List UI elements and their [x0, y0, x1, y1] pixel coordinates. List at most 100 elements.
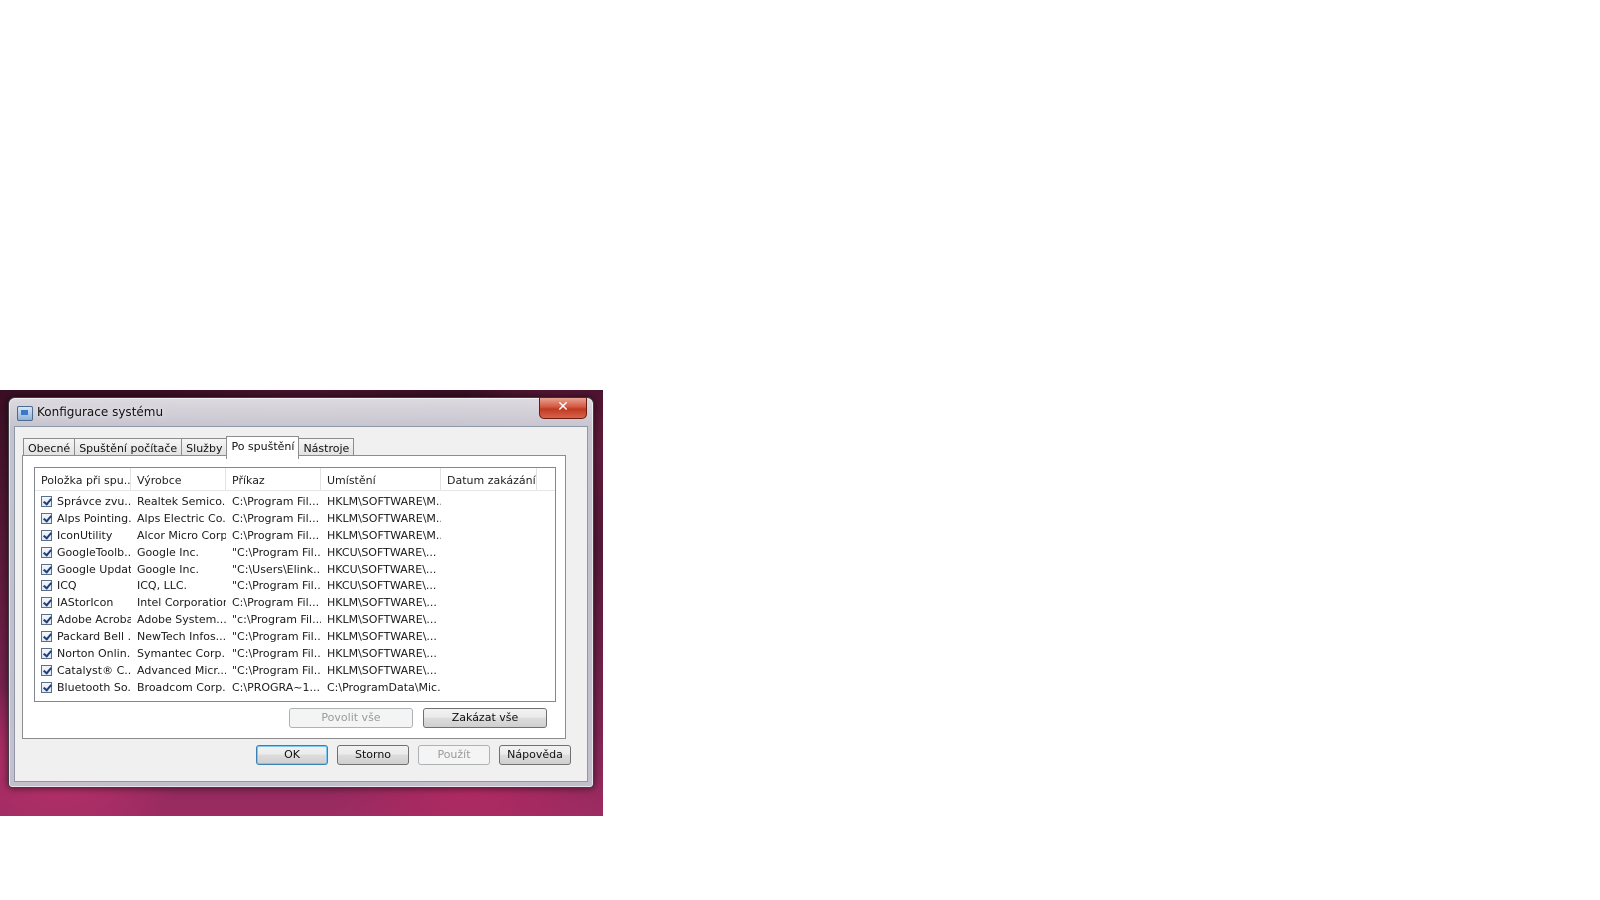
startup-item-checkbox[interactable]	[41, 529, 52, 541]
list-item[interactable]: Bluetooth So... Broadcom Corp... C:\PROGRA…	[35, 679, 555, 696]
cell-command: C:\Program Fil...	[232, 494, 320, 508]
cell-command: "c:\Program Fil...	[232, 613, 321, 627]
list-item[interactable]: Norton Onlin... Symantec Corp... "C:\Progr…	[35, 645, 555, 662]
cell-vendor: Adobe System...	[137, 613, 226, 627]
cell-location: HKCU\SOFTWARE\...	[327, 579, 437, 593]
disable-all-button[interactable]: Zakázat vše	[423, 708, 547, 728]
cell-command: C:\Program Fil...	[232, 511, 320, 525]
cell-vendor: Advanced Micr...	[137, 663, 226, 677]
cell-item: Bluetooth So...	[35, 681, 131, 694]
startup-items-list[interactable]: Položka při spu... Výrobce Příkaz Umístě…	[34, 467, 556, 702]
startup-item-checkbox[interactable]	[41, 495, 52, 507]
cell-item: Google Update	[35, 563, 131, 576]
system-configuration-window: Konfigurace systému ✕ Obecné Spuštění po…	[8, 397, 594, 788]
cell-item: Alps Pointing...	[35, 512, 131, 525]
cell-location: HKLM\SOFTWARE\...	[327, 630, 437, 644]
cell-vendor: Google Inc.	[137, 562, 200, 576]
startup-item-name: Adobe Acrobat	[57, 613, 131, 627]
startup-item-name: ICQ	[57, 579, 77, 593]
cell-vendor: ICQ, LLC.	[137, 579, 188, 593]
cell-location: HKLM\SOFTWARE\...	[327, 613, 437, 627]
startup-item-name: IconUtility	[57, 528, 113, 542]
column-header-vendor[interactable]: Výrobce	[131, 468, 226, 490]
startup-item-name: Bluetooth So...	[57, 680, 131, 694]
list-item[interactable]: GoogleToolb... Google Inc. "C:\Program Fil…	[35, 544, 555, 561]
list-item[interactable]: Catalyst® C... Advanced Micr... "C:\Progra…	[35, 662, 555, 679]
startup-tab-panel: Položka při spu... Výrobce Příkaz Umístě…	[22, 455, 566, 739]
startup-item-checkbox[interactable]	[41, 597, 52, 609]
cell-item: ICQ	[35, 579, 131, 592]
cell-vendor: Alps Electric Co...	[137, 511, 226, 525]
cell-command: C:\PROGRA~1...	[232, 680, 320, 694]
cell-item: Adobe Acrobat	[35, 613, 131, 626]
cancel-button[interactable]: Storno	[337, 745, 409, 765]
cell-command: "C:\Program Fil...	[232, 646, 321, 660]
startup-item-checkbox[interactable]	[41, 512, 52, 524]
list-item[interactable]: IconUtility Alcor Micro Corp. C:\Program F…	[35, 527, 555, 544]
startup-item-checkbox[interactable]	[41, 647, 52, 659]
cell-location: HKLM\SOFTWARE\...	[327, 663, 437, 677]
startup-item-name: Alps Pointing...	[57, 511, 131, 525]
msconfig-icon	[17, 406, 33, 421]
cell-item: Norton Onlin...	[35, 647, 131, 660]
cell-item: IAStorIcon	[35, 596, 131, 609]
list-item[interactable]: IAStorIcon Intel Corporation C:\Program Fi…	[35, 594, 555, 611]
cell-command: "C:\Program Fil...	[232, 545, 321, 559]
startup-item-checkbox[interactable]	[41, 546, 52, 558]
startup-item-checkbox[interactable]	[41, 681, 52, 693]
startup-item-name: Norton Onlin...	[57, 646, 131, 660]
startup-item-checkbox[interactable]	[41, 664, 52, 676]
list-item[interactable]: Alps Pointing... Alps Electric Co... C:\Pr…	[35, 510, 555, 527]
cell-command: "C:\Program Fil...	[232, 663, 321, 677]
cell-vendor: Symantec Corp...	[137, 646, 226, 660]
help-button[interactable]: Nápověda	[499, 745, 571, 765]
title-bar[interactable]: Konfigurace systému ✕	[9, 397, 593, 426]
startup-item-checkbox[interactable]	[41, 563, 52, 575]
cell-command: "C:\Users\Elink...	[232, 562, 321, 576]
cell-location: HKLM\SOFTWARE\...	[327, 646, 437, 660]
startup-item-name: Packard Bell ...	[57, 630, 131, 644]
startup-item-name: Catalyst® C...	[57, 663, 131, 677]
cell-location: HKLM\SOFTWARE\M...	[327, 494, 441, 508]
list-rows: Správce zvu... Realtek Semico... C:\Progra…	[35, 493, 555, 696]
tab-startup[interactable]: Po spuštění	[226, 436, 300, 459]
cell-item: Správce zvu...	[35, 495, 131, 508]
cell-vendor: Intel Corporation	[137, 596, 226, 610]
column-header-command[interactable]: Příkaz	[226, 468, 321, 490]
ok-button[interactable]: OK	[256, 745, 328, 765]
column-header-date-disabled[interactable]: Datum zakázání	[441, 468, 537, 490]
cell-item: GoogleToolb...	[35, 546, 131, 559]
cell-command: C:\Program Fil...	[232, 528, 320, 542]
cell-vendor: Google Inc.	[137, 545, 200, 559]
startup-item-checkbox[interactable]	[41, 580, 52, 592]
startup-item-checkbox[interactable]	[41, 631, 52, 643]
startup-item-checkbox[interactable]	[41, 614, 52, 626]
startup-item-name: GoogleToolb...	[57, 545, 131, 559]
list-header: Položka při spu... Výrobce Příkaz Umístě…	[35, 468, 555, 491]
close-button[interactable]: ✕	[539, 397, 587, 419]
enable-all-button[interactable]: Povolit vše	[289, 708, 413, 728]
cell-command: "C:\Program Fil...	[232, 579, 321, 593]
list-item[interactable]: Správce zvu... Realtek Semico... C:\Progra…	[35, 493, 555, 510]
cell-location: HKLM\SOFTWARE\M...	[327, 511, 441, 525]
cell-item: IconUtility	[35, 529, 131, 542]
column-header-item[interactable]: Položka při spu...	[35, 468, 131, 490]
cell-vendor: Alcor Micro Corp.	[137, 528, 226, 542]
cell-command: "C:\Program Fil...	[232, 630, 321, 644]
column-header-location[interactable]: Umístění	[321, 468, 441, 490]
cell-vendor: Broadcom Corp...	[137, 680, 226, 694]
cell-vendor: Realtek Semico...	[137, 494, 226, 508]
cell-vendor: NewTech Infos...	[137, 630, 226, 644]
list-item[interactable]: Adobe Acrobat Adobe System... "c:\Program …	[35, 611, 555, 628]
startup-item-name: IAStorIcon	[57, 596, 114, 610]
list-item[interactable]: ICQ ICQ, LLC. "C:\Program Fil... HKCU\SOFTW…	[35, 577, 555, 594]
cell-location: C:\ProgramData\Mic...	[327, 680, 441, 694]
cell-location: HKLM\SOFTWARE\M...	[327, 528, 441, 542]
cell-location: HKCU\SOFTWARE\...	[327, 562, 437, 576]
startup-item-name: Google Update	[57, 562, 131, 576]
list-item[interactable]: Google Update Google Inc. "C:\Users\Elink.…	[35, 561, 555, 578]
cell-item: Catalyst® C...	[35, 664, 131, 677]
list-item[interactable]: Packard Bell ... NewTech Infos... "C:\Prog…	[35, 628, 555, 645]
window-title: Konfigurace systému	[37, 405, 164, 419]
apply-button[interactable]: Použít	[418, 745, 490, 765]
